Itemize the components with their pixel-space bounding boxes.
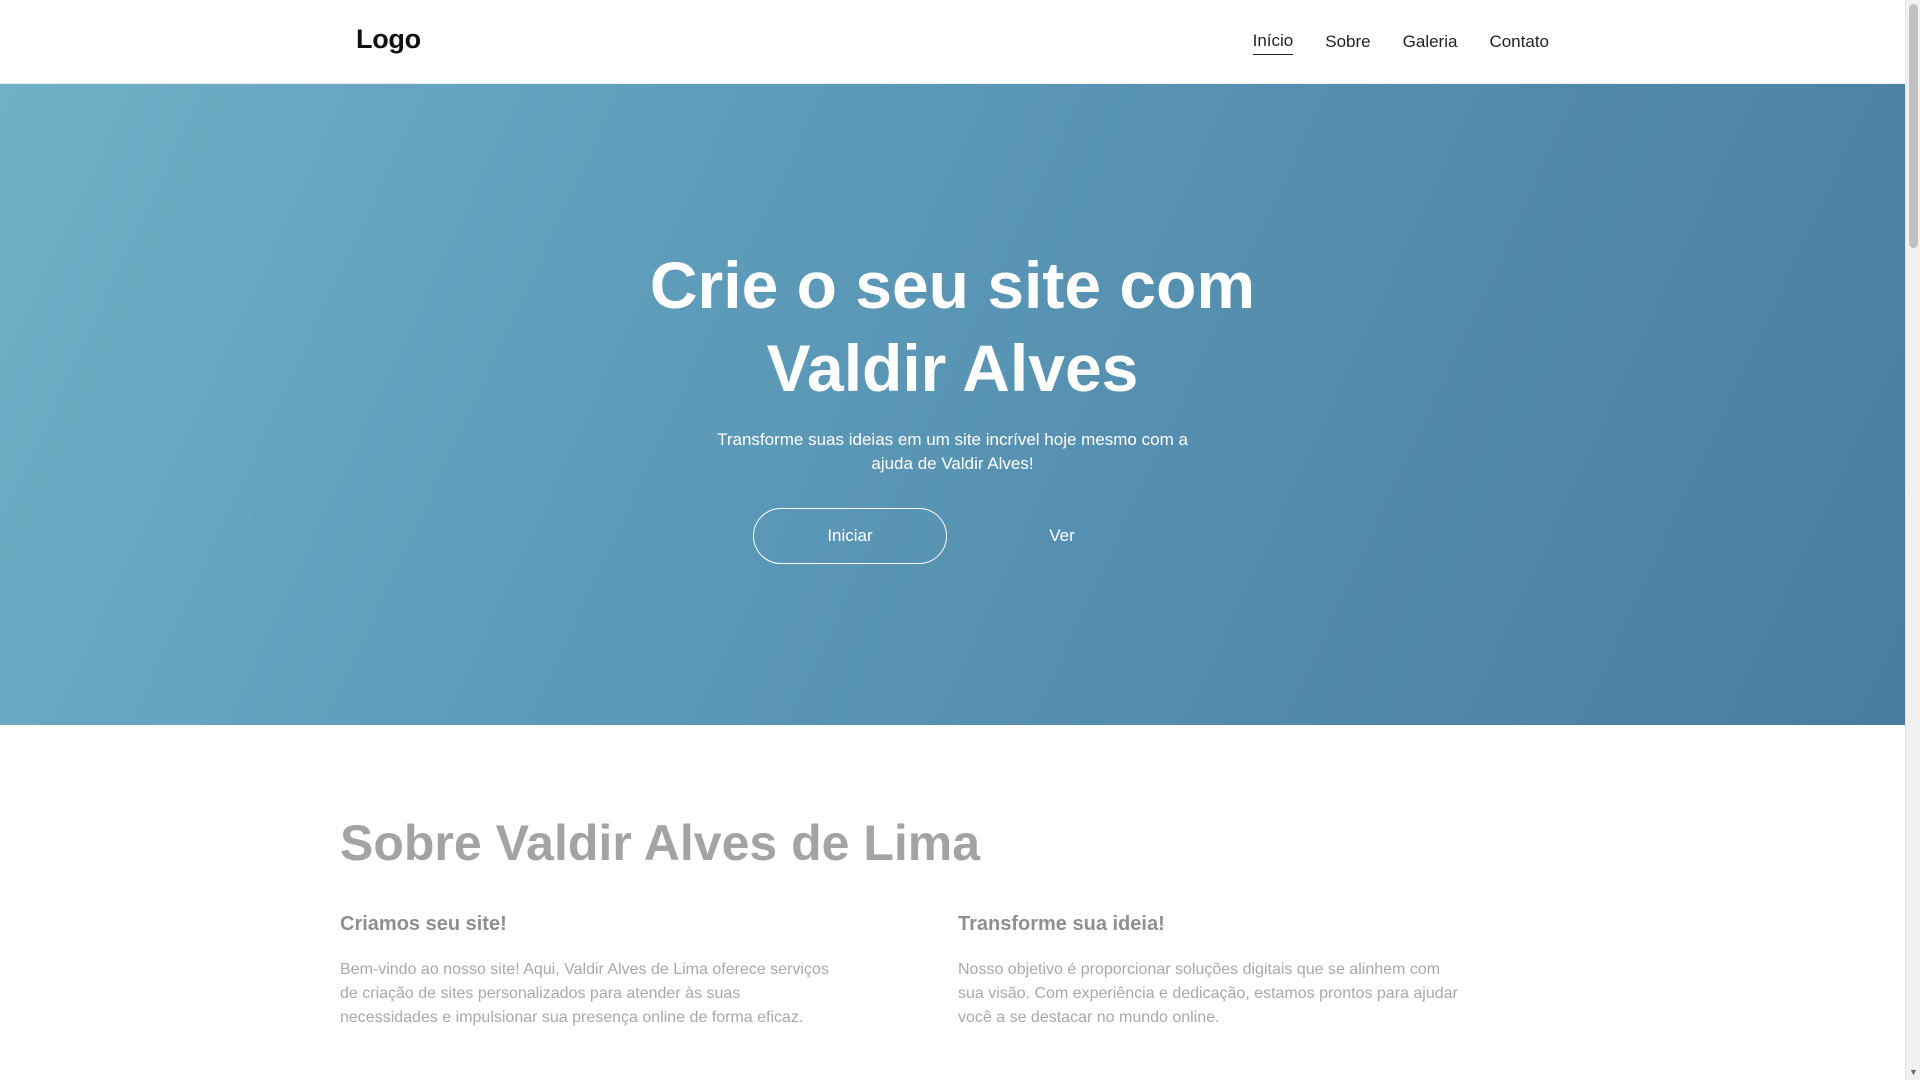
nav-item-galeria[interactable]: Galeria (1403, 31, 1458, 55)
about-column-1-text: Bem-vindo ao nosso site! Aqui, Valdir Al… (340, 961, 829, 1026)
start-button[interactable]: Iniciar (753, 508, 947, 564)
about-column-2: Transforme sua ideia! Nosso objetivo é p… (958, 910, 1458, 1030)
page: Logo Início Sobre Galeria Contato Crie o… (0, 0, 1920, 1080)
nav-item-sobre[interactable]: Sobre (1325, 31, 1370, 55)
logo[interactable]: Logo (356, 24, 421, 55)
view-button[interactable]: Ver (965, 508, 1159, 564)
page-scrollbar[interactable]: ▼ (1905, 0, 1920, 1080)
hero-title: Crie o seu site com Valdir Alves (649, 248, 1256, 405)
about-title: Sobre Valdir Alves de Lima (340, 815, 981, 871)
chevron-down-icon[interactable]: ▼ (1909, 1068, 1918, 1077)
site-header: Logo Início Sobre Galeria Contato (0, 0, 1905, 84)
about-column-1: Criamos seu site! Bem-vindo ao nosso sit… (340, 910, 840, 1030)
nav-item-inicio[interactable]: Início (1252, 30, 1294, 55)
scrollbar-thumb[interactable] (1909, 4, 1918, 248)
about-column-1-heading: Criamos seu site! (340, 913, 507, 935)
hero-subtitle: Transforme suas ideias em um site incrív… (717, 430, 1188, 473)
main-nav: Início Sobre Galeria Contato (1252, 30, 1549, 55)
hero-section: Crie o seu site com Valdir Alves Transfo… (0, 84, 1905, 725)
about-column-2-text: Nosso objetivo é proporcionar soluções d… (958, 961, 1458, 1026)
nav-item-contato[interactable]: Contato (1489, 31, 1549, 55)
hero-actions: Iniciar Ver (753, 508, 1159, 564)
about-column-2-heading: Transforme sua ideia! (958, 913, 1165, 935)
